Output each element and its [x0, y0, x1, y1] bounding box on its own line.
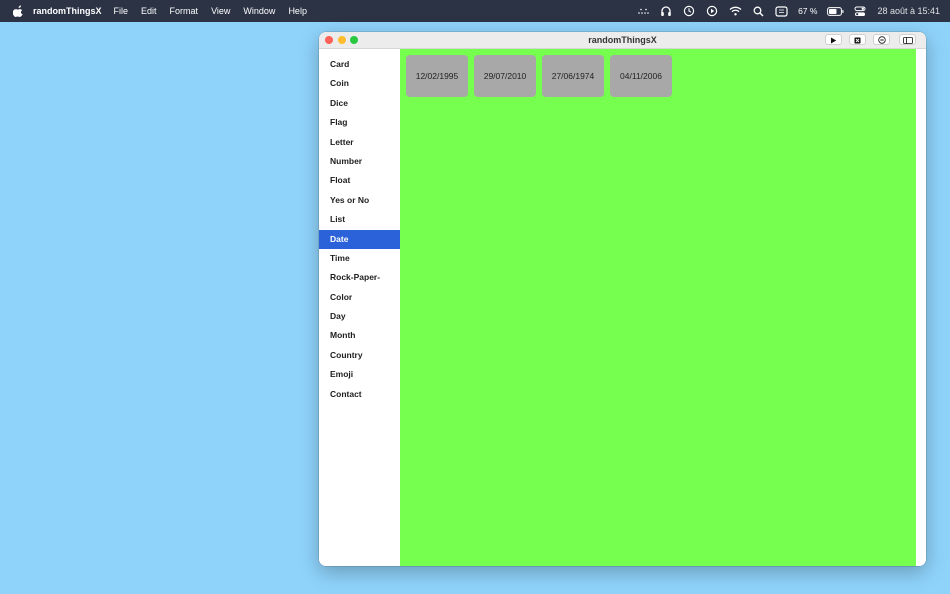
sidebar-item-color[interactable]: Color [319, 288, 400, 307]
menu-bar: randomThingsX File Edit Format View Wind… [0, 0, 950, 22]
menu-app-name[interactable]: randomThingsX [33, 6, 102, 16]
stop-icon [854, 32, 861, 49]
sidebar-item-contact[interactable]: Contact [319, 385, 400, 404]
clock-icon[interactable] [682, 4, 696, 18]
display-icon[interactable] [774, 4, 788, 18]
search-icon[interactable] [751, 4, 765, 18]
sidebar-item-day[interactable]: Day [319, 307, 400, 326]
right-scroll-area [916, 49, 926, 566]
sidebar-item-yes-or-no[interactable]: Yes or No [319, 191, 400, 210]
minus-circle-icon [877, 32, 886, 49]
title-bar[interactable]: randomThingsX [319, 32, 926, 49]
menu-format[interactable]: Format [170, 6, 199, 16]
stop-button[interactable] [849, 34, 866, 45]
date-card[interactable]: 04/11/2006 [610, 55, 672, 97]
sidebar-item-date[interactable]: Date [319, 229, 400, 249]
app-window: randomThingsX Card Coin Dice Flag Letter [319, 32, 926, 566]
minus-circle-button[interactable] [873, 34, 890, 45]
sidebar-item-month[interactable]: Month [319, 326, 400, 345]
sidebar-item-flag[interactable]: Flag [319, 113, 400, 132]
sidebar-item-emoji[interactable]: Emoji [319, 365, 400, 384]
control-center-icon[interactable] [853, 4, 867, 18]
play-circle-icon[interactable] [705, 4, 719, 18]
sidebar-item-rock-paper[interactable]: Rock-Paper- [319, 268, 400, 287]
sidebar-item-list[interactable]: List [319, 210, 400, 229]
sidebar-item-country[interactable]: Country [319, 346, 400, 365]
menu-file[interactable]: File [114, 6, 129, 16]
battery-icon[interactable] [826, 4, 844, 18]
sidebar-item-coin[interactable]: Coin [319, 74, 400, 93]
date-card[interactable]: 27/06/1974 [542, 55, 604, 97]
sidebar-item-dice[interactable]: Dice [319, 94, 400, 113]
sidebar-item-float[interactable]: Float [319, 171, 400, 190]
apple-icon[interactable] [12, 5, 24, 17]
sidebar-item-time[interactable]: Time [319, 249, 400, 268]
menu-edit[interactable]: Edit [141, 6, 157, 16]
play-button[interactable] [825, 34, 842, 45]
sidebar-toggle-icon [902, 32, 913, 49]
sidebar-item-letter[interactable]: Letter [319, 133, 400, 152]
battery-percent: 67 % [798, 6, 818, 16]
sidebar-item-number[interactable]: Number [319, 152, 400, 171]
sidebar: Card Coin Dice Flag Letter Number Float … [319, 49, 400, 566]
menu-window[interactable]: Window [243, 6, 275, 16]
play-icon [830, 32, 837, 49]
status-area: 67 % 28 août à 15:41 [627, 0, 940, 22]
date-card[interactable]: 12/02/1995 [406, 55, 468, 97]
menu-view[interactable]: View [211, 6, 230, 16]
date-card[interactable]: 29/07/2010 [474, 55, 536, 97]
sidebar-item-card[interactable]: Card [319, 55, 400, 74]
sidebar-toggle-button[interactable] [899, 34, 916, 45]
content-area: 12/02/1995 29/07/2010 27/06/1974 04/11/2… [400, 49, 916, 566]
keyboard-dots-icon[interactable] [636, 4, 650, 18]
menu-help[interactable]: Help [288, 6, 307, 16]
headphones-icon[interactable] [659, 4, 673, 18]
menubar-clock[interactable]: 28 août à 15:41 [877, 6, 940, 16]
wifi-icon[interactable] [728, 4, 742, 18]
